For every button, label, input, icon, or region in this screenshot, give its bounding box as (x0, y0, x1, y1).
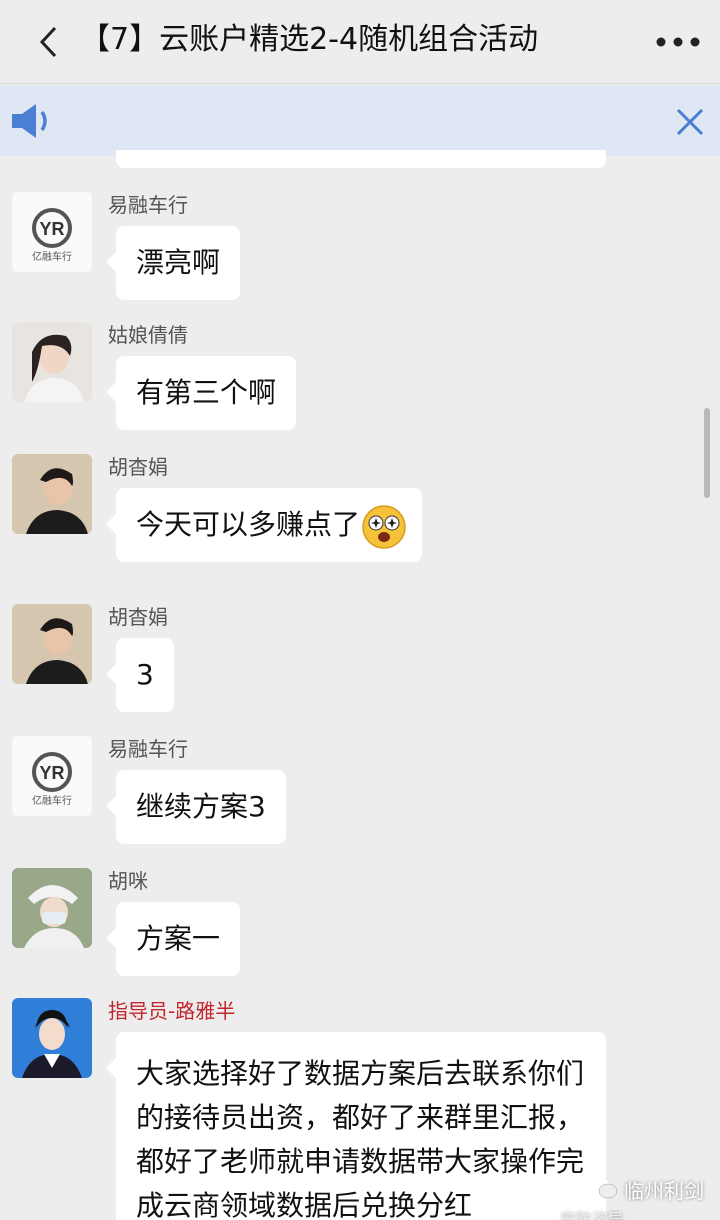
watermark-name: 临州利剑 (624, 1178, 704, 1203)
announcement-bar[interactable] (0, 86, 720, 156)
avatar[interactable]: YR 亿融车行 (12, 736, 92, 816)
svg-text:亿融车行: 亿融车行 (32, 250, 72, 263)
sender-name: 胡杳娟 (108, 605, 168, 629)
sender-name: 易融车行 (108, 193, 188, 217)
chevron-left-icon[interactable] (28, 22, 68, 62)
message-bubble[interactable]: 3 (106, 638, 174, 712)
speaker-icon (8, 100, 54, 142)
avatar[interactable] (12, 322, 92, 402)
message-bubble[interactable]: 今天可以多赚点了 (105, 488, 423, 562)
avatar[interactable]: YR 亿融车行 (12, 192, 92, 272)
star-eyes-emoji (362, 503, 406, 549)
avatar[interactable] (12, 604, 92, 684)
message-bubble[interactable]: 方案一 (105, 902, 241, 976)
close-icon[interactable] (670, 102, 710, 142)
message-bubble[interactable]: 大家选择好了数据方案后去联系你们的接待员出资，都好了来群里汇报，都好了老师就申请… (106, 1032, 606, 1220)
more-dots-icon[interactable] (650, 22, 706, 62)
avatar[interactable] (12, 868, 92, 948)
svg-text:YR: YR (39, 219, 64, 239)
message-text: 今天可以多赚点了 (136, 508, 361, 541)
chat-title: 【7】云账户精选2-4随机组合活动 (80, 22, 539, 57)
sender-name: 胡杳娟 (108, 455, 168, 479)
watermark: 临州利剑 (590, 1174, 704, 1204)
sender-name: 姑娘倩倩 (108, 323, 188, 347)
svg-text:YR: YR (39, 763, 64, 783)
avatar[interactable] (12, 998, 92, 1078)
wechat-icon (591, 1179, 618, 1199)
watermark-sub: 安防咨导 (560, 1210, 625, 1220)
sender-name: 胡咪 (108, 869, 148, 893)
sender-name: 易融车行 (108, 737, 188, 761)
avatar[interactable] (12, 454, 92, 534)
message-bubble[interactable]: 漂亮啊 (105, 226, 241, 300)
scrollbar[interactable] (704, 408, 710, 498)
title-bar: 【7】云账户精选2-4随机组合活动 (0, 0, 720, 84)
sender-name: 指导员-路雅半 (108, 999, 236, 1023)
previous-message-bubble (116, 150, 606, 168)
svg-text:亿融车行: 亿融车行 (32, 794, 72, 807)
message-bubble[interactable]: 继续方案3 (106, 770, 286, 844)
message-bubble[interactable]: 有第三个啊 (105, 356, 297, 430)
